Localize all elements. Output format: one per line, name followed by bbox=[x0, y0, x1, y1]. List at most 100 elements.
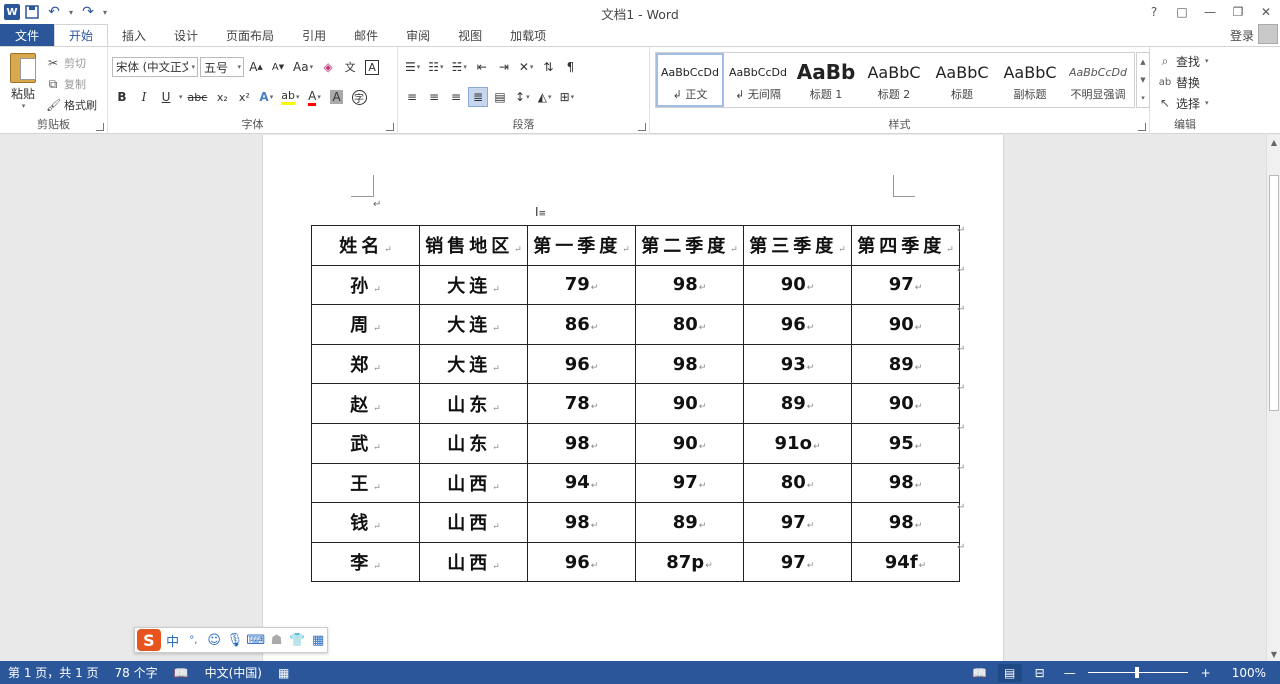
table-cell[interactable]: 96↵ bbox=[527, 343, 636, 385]
scroll-down-icon[interactable]: ▼ bbox=[1267, 647, 1280, 661]
character-shading-button[interactable]: A bbox=[327, 87, 347, 107]
table-cell[interactable]: 山东↵ bbox=[419, 422, 528, 464]
help-button[interactable]: ? bbox=[1140, 0, 1168, 24]
chevron-up-icon[interactable]: ▲ bbox=[1140, 58, 1145, 66]
increase-indent-icon[interactable]: ⇥ bbox=[494, 57, 514, 77]
style-no-spacing[interactable]: AaBbCcDd ↲ 无间隔 bbox=[724, 53, 792, 107]
borders-icon[interactable]: ⊞ ▾ bbox=[557, 87, 578, 107]
table-cell[interactable]: 93↵ bbox=[743, 343, 852, 385]
table-cell[interactable]: 郑↵ bbox=[311, 343, 420, 385]
table-cell[interactable]: 王↵ bbox=[311, 462, 420, 504]
table-cell[interactable]: 98↵ bbox=[527, 502, 636, 543]
scroll-thumb[interactable] bbox=[1269, 175, 1279, 411]
highlight-button[interactable]: ab ▾ bbox=[278, 87, 302, 107]
sales-table[interactable]: 姓名↵ 销售地区↵ 第一季度↵ 第二季度↵ 第三季度↵ 第四季度↵ 孙↵ 大连↵… bbox=[311, 225, 960, 583]
table-cell[interactable]: 96↵ bbox=[527, 541, 636, 583]
table-cell[interactable]: 山西↵ bbox=[419, 541, 528, 583]
table-cell[interactable]: 80↵ bbox=[635, 304, 744, 345]
bullets-icon[interactable]: ☰ ▾ bbox=[402, 57, 423, 77]
login-link[interactable]: 登录 bbox=[1230, 27, 1254, 44]
emoji-icon[interactable]: ☺ bbox=[205, 630, 223, 650]
table-cell[interactable]: 80↵ bbox=[743, 462, 852, 504]
more-styles-icon[interactable]: ▾ bbox=[1141, 94, 1145, 102]
paste-button[interactable]: 粘贴 ▾ bbox=[6, 53, 40, 110]
multilevel-list-icon[interactable]: ☵ ▾ bbox=[449, 57, 470, 77]
header-cell[interactable]: 姓名↵ bbox=[311, 225, 420, 266]
font-name-combo[interactable]: 宋体 (中文正文 ▾ bbox=[112, 57, 198, 77]
table-cell[interactable]: 94f↵ bbox=[851, 541, 960, 583]
tab-insert[interactable]: 插入 bbox=[108, 24, 160, 46]
style-title[interactable]: AaBbC 标题 bbox=[928, 53, 996, 107]
decrease-indent-icon[interactable]: ⇤ bbox=[472, 57, 492, 77]
tab-review[interactable]: 审阅 bbox=[392, 24, 444, 46]
shading-icon[interactable]: ◭ ▾ bbox=[535, 87, 555, 107]
chinese-layout-icon[interactable]: ✕ ▾ bbox=[516, 57, 537, 77]
style-heading-1[interactable]: AaBb 标题 1 bbox=[792, 53, 860, 107]
tab-view[interactable]: 视图 bbox=[444, 24, 496, 46]
table-cell[interactable]: 97↵ bbox=[851, 264, 960, 306]
header-cell[interactable]: 第一季度↵ bbox=[527, 225, 636, 266]
character-border-button[interactable]: A bbox=[362, 57, 382, 77]
print-layout-icon[interactable]: ▤ bbox=[997, 663, 1022, 682]
header-cell[interactable]: 第二季度↵ bbox=[635, 225, 744, 266]
style-subtitle[interactable]: AaBbC 副标题 bbox=[996, 53, 1064, 107]
undo-icon[interactable]: ↶ bbox=[44, 2, 64, 22]
text-effects-button[interactable]: A ▾ bbox=[256, 87, 276, 107]
table-cell[interactable]: 87p↵ bbox=[635, 541, 744, 583]
cut-button[interactable]: ✂ 剪切 bbox=[46, 53, 97, 73]
table-cell[interactable]: 79↵ bbox=[527, 264, 636, 306]
table-cell[interactable]: 95↵ bbox=[851, 422, 960, 464]
styles-launcher-icon[interactable] bbox=[1138, 123, 1146, 131]
language-indicator[interactable]: 中文(中国) bbox=[197, 664, 270, 681]
document-area[interactable]: ↵ I≡ 姓名↵ 销售地区↵ 第一季度↵ 第二季度↵ 第三季度↵ 第四季度↵ 孙… bbox=[0, 135, 1266, 661]
italic-button[interactable]: I bbox=[134, 87, 154, 107]
table-cell[interactable]: 89↵ bbox=[743, 383, 852, 424]
restore-button[interactable]: ❐ bbox=[1224, 0, 1252, 24]
justify-icon[interactable]: ≣ bbox=[468, 87, 488, 107]
table-cell[interactable]: 大连↵ bbox=[419, 304, 528, 345]
table-cell[interactable]: 98↵ bbox=[635, 264, 744, 306]
sort-icon[interactable]: ⇅ bbox=[538, 57, 558, 77]
table-cell[interactable]: 89↵ bbox=[635, 502, 744, 543]
table-cell[interactable]: 山西↵ bbox=[419, 502, 528, 543]
table-cell[interactable]: 90↵ bbox=[851, 383, 960, 424]
chevron-down-icon[interactable]: ▼ bbox=[1140, 76, 1145, 84]
copy-button[interactable]: ⧉ 复制 bbox=[46, 74, 97, 94]
table-cell[interactable]: 90↵ bbox=[635, 383, 744, 424]
font-color-button[interactable]: A ▾ bbox=[305, 87, 325, 107]
table-cell[interactable]: 96↵ bbox=[743, 304, 852, 345]
select-button[interactable]: ↖ 选择 ▾ bbox=[1158, 93, 1209, 113]
header-cell[interactable]: 销售地区↵ bbox=[419, 225, 528, 266]
tab-addins[interactable]: 加载项 bbox=[496, 24, 560, 46]
table-cell[interactable]: 78↵ bbox=[527, 383, 636, 424]
styles-scrollbar[interactable]: ▲ ▼ ▾ bbox=[1136, 52, 1150, 108]
table-cell[interactable]: 98↵ bbox=[851, 462, 960, 504]
web-layout-icon[interactable]: ⊟ bbox=[1028, 664, 1052, 682]
table-cell[interactable]: 90↵ bbox=[635, 422, 744, 464]
align-right-icon[interactable]: ≡ bbox=[446, 87, 466, 107]
table-cell[interactable]: 90↵ bbox=[851, 304, 960, 345]
clipboard-launcher-icon[interactable] bbox=[96, 123, 104, 131]
underline-button[interactable]: U bbox=[156, 87, 176, 107]
zoom-in-button[interactable]: + bbox=[1194, 664, 1218, 682]
vertical-scrollbar[interactable]: ▲ ▼ bbox=[1266, 135, 1280, 661]
subscript-button[interactable]: x₂ bbox=[212, 87, 232, 107]
ime-punctuation-toggle[interactable]: °, bbox=[184, 630, 202, 650]
table-cell[interactable]: 李↵ bbox=[311, 541, 420, 583]
table-cell[interactable]: 钱↵ bbox=[311, 502, 420, 543]
proofing-icon[interactable]: 📖 bbox=[166, 666, 197, 680]
table-cell[interactable]: 赵↵ bbox=[311, 383, 420, 424]
tab-file[interactable]: 文件 bbox=[0, 24, 54, 46]
underline-dropdown-icon[interactable]: ▾ bbox=[179, 93, 183, 101]
table-cell[interactable]: 大连↵ bbox=[419, 343, 528, 385]
minimize-button[interactable]: — bbox=[1196, 0, 1224, 24]
table-cell[interactable]: 98↵ bbox=[527, 422, 636, 464]
font-launcher-icon[interactable] bbox=[386, 123, 394, 131]
table-cell[interactable]: 89↵ bbox=[851, 343, 960, 385]
read-mode-icon[interactable]: 📖 bbox=[968, 664, 992, 682]
table-cell[interactable]: 90↵ bbox=[743, 264, 852, 306]
table-cell[interactable]: 武↵ bbox=[311, 422, 420, 464]
table-cell[interactable]: 97↵ bbox=[635, 462, 744, 504]
sogou-logo-icon[interactable]: S bbox=[137, 629, 161, 651]
header-cell[interactable]: 第三季度↵ bbox=[743, 225, 852, 266]
